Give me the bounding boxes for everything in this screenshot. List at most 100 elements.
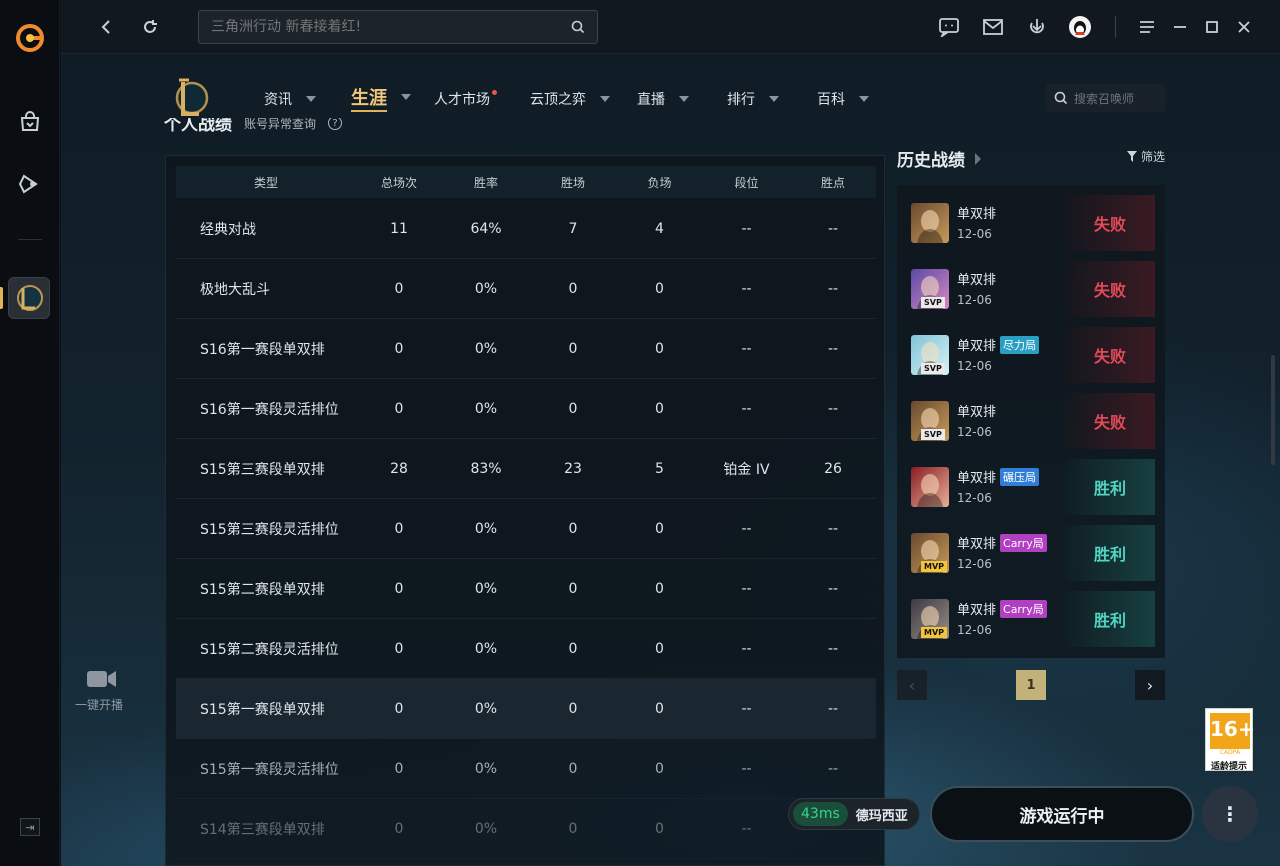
maximize-button[interactable] [1199, 14, 1225, 40]
table-row: S14第三赛段单双排00%00---- [176, 799, 876, 859]
match-date: 12-06 [957, 293, 992, 307]
table-cell: 0 [568, 340, 578, 357]
table-cell: 5 [655, 460, 664, 477]
prev-page-button[interactable]: ‹ [897, 670, 927, 700]
nav-live[interactable]: 直播 [637, 88, 689, 110]
table-cell: 0 [655, 400, 664, 417]
live-camera-icon[interactable] [86, 668, 118, 690]
lol-game-icon[interactable] [8, 277, 50, 319]
nav-talent-market[interactable]: 人才市场 [434, 88, 497, 110]
table-cell: -- [741, 820, 752, 837]
global-search-input[interactable] [211, 19, 541, 35]
col-winrate: 胜率 [473, 175, 498, 190]
nav-tft[interactable]: 云顶之弈 [530, 88, 610, 110]
table-cell: 0 [568, 280, 578, 297]
match-mode: 单双排 [957, 207, 997, 222]
nav-ranking[interactable]: 排行 [727, 88, 779, 110]
match-row[interactable]: 单双排 碾压局 12-06 胜利 [907, 459, 1155, 515]
table-cell: -- [741, 400, 752, 417]
match-row[interactable]: SVP 单双排 12-06 失败 [907, 261, 1155, 317]
refresh-button[interactable] [137, 14, 163, 40]
col-total: 总场次 [380, 175, 417, 190]
active-indicator [0, 287, 3, 309]
filter-button[interactable]: 筛选 [1127, 148, 1165, 165]
match-date: 12-06 [957, 359, 992, 373]
match-result: 失败 [1065, 195, 1155, 251]
table-cell: 23 [564, 460, 582, 477]
lol-logo[interactable] [171, 76, 209, 120]
table-cell: S15第一赛段灵活排位 [200, 761, 339, 778]
table-cell: 0 [394, 520, 404, 537]
table-cell: -- [827, 520, 839, 537]
one-click-live-button[interactable]: 一键开播 [66, 696, 132, 713]
back-button[interactable] [93, 14, 119, 40]
table-cell: 0 [568, 400, 578, 417]
collapse-sidebar-button[interactable]: ⇥ [20, 818, 40, 836]
table-cell: S15第一赛段单双排 [200, 701, 325, 718]
active-underline [351, 110, 387, 112]
table-row: 极地大乱斗 0 0% 0 0 -- -- [176, 259, 876, 319]
game-library-icon[interactable] [16, 170, 44, 198]
more-options-button[interactable]: ⋮ [1202, 786, 1258, 842]
performance-badge: MVP [921, 561, 948, 572]
close-button[interactable] [1231, 14, 1257, 40]
table-cell: 0 [655, 760, 664, 777]
table-cell: 经典对战 [200, 221, 256, 238]
age-rating-label: 适龄提示 [1210, 762, 1247, 772]
history-title[interactable]: 历史战绩 [897, 146, 981, 171]
col-lp: 胜点 [820, 175, 845, 190]
page-number[interactable]: 1 [1016, 670, 1046, 700]
history-list: 单双排 12-06 失败 SVP 单双排 12-06 失败 SVP 单双排 尽力局 12-06 失败 S… [897, 185, 1165, 658]
table-cell: 0 [394, 640, 404, 657]
next-page-button[interactable]: › [1135, 670, 1165, 700]
help-icon[interactable]: ? [328, 118, 343, 130]
topbar-divider [1115, 16, 1116, 38]
table-cell: S15第三赛段单双排 [200, 461, 325, 478]
chat-icon[interactable] [936, 14, 962, 40]
match-row[interactable]: SVP 单双排 12-06 失败 [907, 393, 1155, 449]
menu-icon[interactable] [1134, 14, 1160, 40]
table-cell: 0 [568, 700, 578, 717]
download-icon[interactable] [1024, 14, 1050, 40]
table-row: S15第三赛段单双排 28 83% 23 5 铂金 IV 26 [176, 439, 876, 499]
stats-title-row: 个人战绩 账号异常查询 ? [164, 118, 343, 138]
table-cell: -- [741, 280, 752, 297]
match-result: 失败 [1065, 327, 1155, 383]
mail-icon[interactable] [980, 14, 1006, 40]
match-row[interactable]: 单双排 12-06 失败 [907, 195, 1155, 251]
table-cell: 0 [568, 760, 578, 777]
champion-portrait [911, 467, 949, 507]
chevron-down-icon [401, 94, 411, 100]
nav-career[interactable]: 生涯 [351, 86, 411, 112]
performance-badge: SVP [921, 297, 945, 308]
table-cell: -- [741, 340, 752, 357]
table-cell: 0 [568, 820, 578, 837]
search-icon[interactable] [571, 20, 585, 34]
match-tag: 尽力局 [1000, 335, 1040, 354]
page-scrollbar[interactable] [1271, 355, 1275, 465]
table-cell: 11 [390, 220, 408, 237]
minimize-button[interactable] [1167, 14, 1193, 40]
match-date: 12-06 [957, 227, 992, 241]
table-cell: -- [827, 340, 839, 357]
nav-news[interactable]: 资讯 [264, 88, 316, 110]
champion-portrait [911, 203, 949, 243]
match-mode: 单双排 Carry局 [957, 533, 1047, 552]
account-check-link[interactable]: 账号异常查询 [244, 118, 316, 132]
wegame-logo[interactable] [14, 22, 46, 54]
store-icon[interactable] [16, 108, 44, 136]
table-cell: 28 [390, 460, 408, 477]
server-status[interactable]: 43ms 德玛西亚 [788, 798, 920, 830]
match-row[interactable]: MVP 单双排 Carry局 12-06 胜利 [907, 525, 1155, 581]
match-row[interactable]: SVP 单双排 尽力局 12-06 失败 [907, 327, 1155, 383]
summoner-search[interactable]: 搜索召唤师 [1046, 84, 1166, 112]
table-cell: 0 [655, 700, 664, 717]
user-avatar[interactable] [1067, 14, 1093, 40]
table-cell: -- [827, 280, 839, 297]
table-cell: 4 [655, 220, 664, 237]
table-cell: 0% [474, 700, 498, 717]
game-running-button[interactable]: 游戏运行中 [930, 786, 1194, 842]
match-mode: 单双排 [957, 273, 997, 288]
match-row[interactable]: MVP 单双排 Carry局 12-06 胜利 [907, 591, 1155, 647]
nav-wiki[interactable]: 百科 [817, 88, 869, 110]
